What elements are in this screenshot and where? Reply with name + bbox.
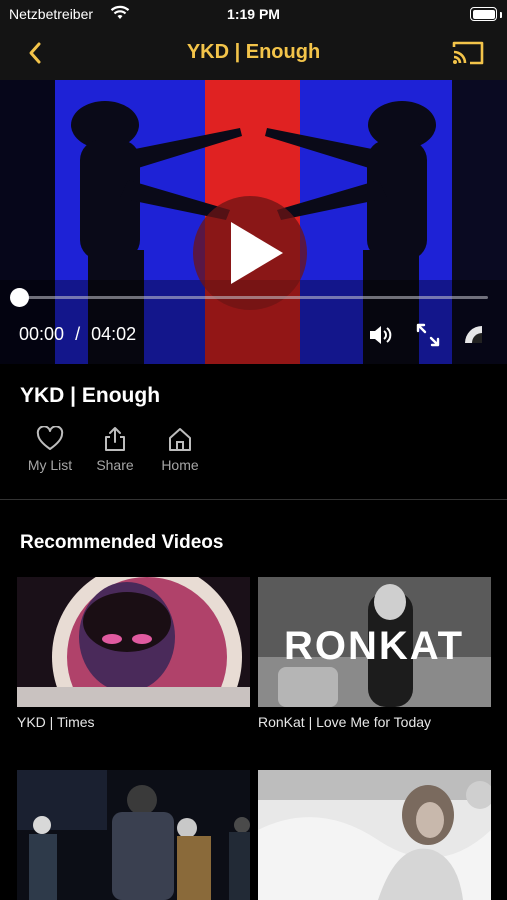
home-icon (169, 428, 191, 451)
video-card-3[interactable] (17, 770, 250, 900)
divider (0, 499, 507, 500)
duration: 04:02 (91, 324, 137, 344)
progress-bar[interactable] (19, 296, 488, 299)
video-card-ykd-times[interactable]: YKD | Times (17, 577, 250, 730)
video-player[interactable]: 00:00 / 04:02 (0, 80, 507, 364)
current-time: 00:00 (19, 324, 65, 344)
fullscreen-icon[interactable] (415, 322, 441, 348)
share-icon (105, 427, 125, 451)
video-card-4[interactable] (258, 770, 491, 900)
video-card-ronkat[interactable]: RONKAT RonKat | Love Me for Today (258, 577, 491, 730)
time-display: 00:00 / 04:02 (19, 324, 142, 345)
nav-bar: YKD | Enough (0, 30, 507, 80)
share-label: Share (96, 457, 134, 473)
progress-thumb[interactable] (10, 288, 29, 307)
heart-icon (36, 426, 64, 450)
video-thumbnail: RONKAT (258, 577, 491, 707)
video-thumbnail (17, 577, 250, 707)
cast-icon[interactable] (451, 38, 485, 68)
nav-title: YKD | Enough (186, 41, 321, 63)
volume-icon[interactable] (367, 322, 393, 348)
play-icon (231, 222, 283, 284)
battery-nub (500, 12, 502, 18)
home-label: Home (161, 457, 199, 473)
video-title: YKD | Enough (20, 384, 161, 407)
video-thumbnail (258, 770, 491, 900)
my-list-label: My List (27, 457, 73, 473)
home-button[interactable]: Home (145, 426, 215, 473)
play-button[interactable] (193, 196, 307, 310)
status-bar: Netzbetreiber 1:19 PM (0, 0, 507, 30)
signal-quality-icon[interactable] (461, 322, 487, 348)
status-time: 1:19 PM (227, 6, 280, 22)
share-button[interactable]: Share (80, 426, 150, 473)
recommended-title: Recommended Videos (20, 532, 224, 553)
video-card-label: YKD | Times (17, 714, 95, 730)
video-card-label: RonKat | Love Me for Today (258, 714, 432, 730)
my-list-button[interactable]: My List (15, 426, 85, 473)
time-separator: / (75, 324, 81, 344)
action-row: My List Share Home (0, 426, 507, 486)
thumbnail-overlay-text: RONKAT (284, 624, 464, 668)
video-thumbnail (17, 770, 250, 900)
battery-icon (470, 7, 497, 21)
